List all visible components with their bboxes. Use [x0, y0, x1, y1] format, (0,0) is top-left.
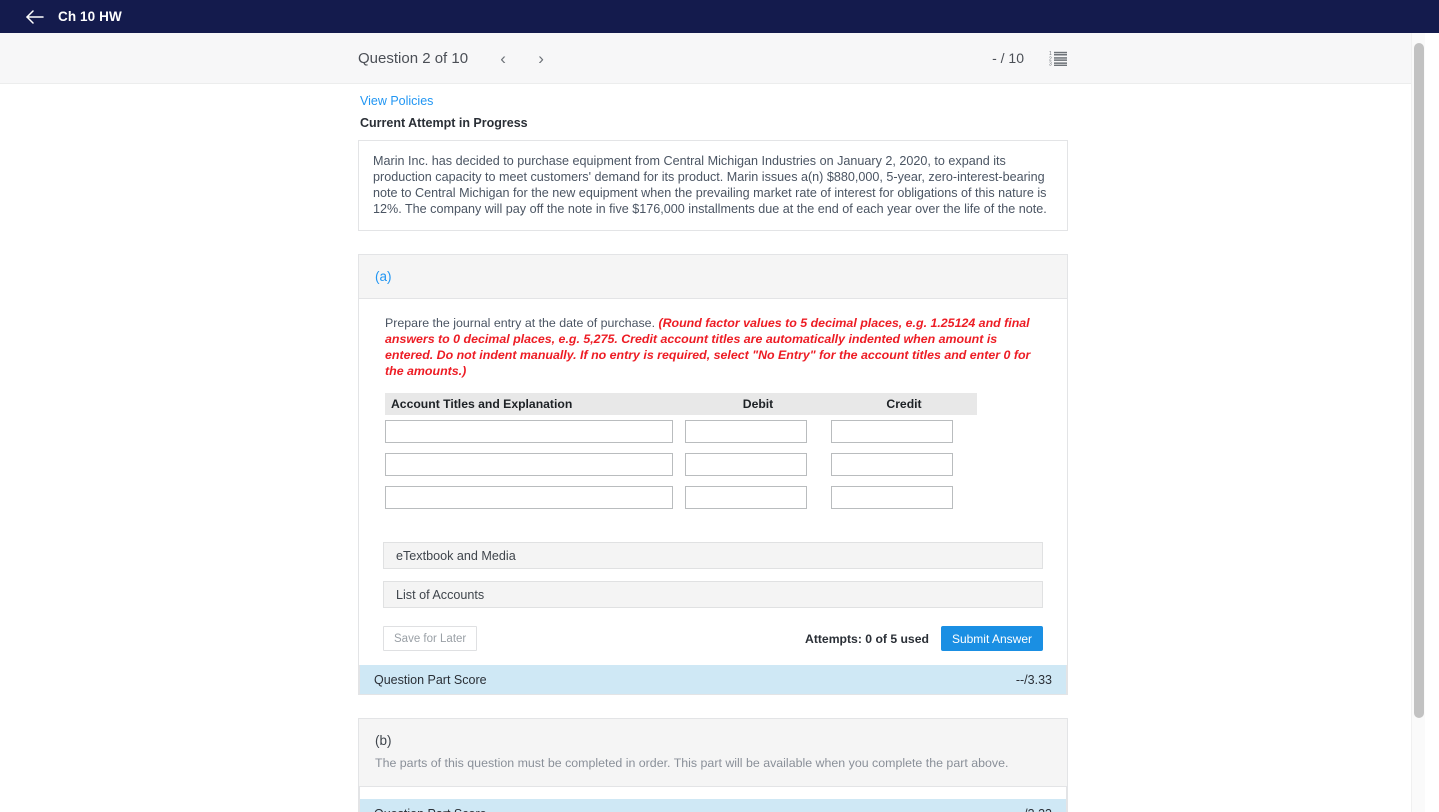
question-navigation: ‹ › [492, 47, 552, 69]
part-score-label: Question Part Score [374, 672, 487, 687]
account-input-row2[interactable] [385, 453, 673, 476]
page-scrollbar[interactable] [1411, 33, 1425, 812]
app-header: Ch 10 HW [0, 0, 1439, 33]
table-header-row: Account Titles and Explanation Debit Cre… [385, 393, 977, 415]
part-score-value: --/3.33 [1015, 672, 1052, 687]
question-counter: Question 2 of 10 [358, 49, 469, 67]
chevron-right-icon[interactable]: › [530, 47, 552, 69]
part-a-actions: Save for Later Attempts: 0 of 5 used Sub… [383, 626, 1043, 651]
column-header-account: Account Titles and Explanation [385, 393, 685, 415]
table-row [385, 448, 977, 481]
question-toolbar: Question 2 of 10 ‹ › - / 10 1 2 3 [0, 33, 1425, 84]
assignment-score: - / 10 [992, 50, 1024, 66]
journal-entry-table: Account Titles and Explanation Debit Cre… [385, 393, 977, 514]
debit-input-row3[interactable] [685, 486, 807, 509]
prompt-text: Prepare the journal entry at the date of… [385, 316, 659, 330]
ordered-list-icon[interactable]: 1 2 3 [1048, 48, 1068, 68]
problem-statement: Marin Inc. has decided to purchase equip… [358, 140, 1068, 231]
table-row [385, 415, 977, 448]
assignment-title: Ch 10 HW [58, 9, 122, 24]
submit-answer-button[interactable]: Submit Answer [940, 626, 1043, 651]
part-b-spacer [359, 787, 1067, 799]
question-page: Question 2 of 10 ‹ › - / 10 1 2 3 View P… [0, 33, 1425, 812]
part-a-prompt: Prepare the journal entry at the date of… [385, 315, 1043, 379]
part-b-header: (b) [359, 719, 1067, 756]
save-for-later-button[interactable]: Save for Later [383, 626, 478, 651]
part-a-score-bar: Question Part Score --/3.33 [359, 665, 1067, 694]
part-score-value: --/3.33 [1016, 807, 1052, 812]
etextbook-and-media-strip[interactable]: eTextbook and Media [383, 542, 1043, 569]
question-content: View Policies Current Attempt in Progres… [358, 84, 1068, 812]
scrollbar-thumb[interactable] [1414, 43, 1424, 718]
debit-input-row2[interactable] [685, 453, 807, 476]
credit-input-row3[interactable] [831, 486, 953, 509]
attempt-status: Current Attempt in Progress [360, 116, 528, 130]
view-policies-link[interactable]: View Policies [360, 94, 433, 108]
account-input-row1[interactable] [385, 420, 673, 443]
part-a-body: Prepare the journal entry at the date of… [359, 299, 1067, 665]
credit-input-row2[interactable] [831, 453, 953, 476]
part-score-label: Question Part Score [374, 807, 487, 812]
table-row [385, 481, 977, 514]
column-header-debit: Debit [685, 393, 831, 415]
chevron-left-icon[interactable]: ‹ [492, 47, 514, 69]
column-header-credit: Credit [831, 393, 977, 415]
attempts-counter: Attempts: 0 of 5 used [805, 631, 929, 646]
debit-input-row1[interactable] [685, 420, 807, 443]
account-input-row3[interactable] [385, 486, 673, 509]
list-of-accounts-strip[interactable]: List of Accounts [383, 581, 1043, 608]
part-b-score-bar: Question Part Score --/3.33 [359, 799, 1067, 812]
question-part-b: (b) The parts of this question must be c… [358, 718, 1068, 812]
svg-text:3: 3 [1049, 61, 1052, 66]
back-arrow-icon[interactable] [24, 6, 46, 28]
question-part-a: (a) Prepare the journal entry at the dat… [358, 254, 1068, 695]
part-a-header[interactable]: (a) [359, 255, 1067, 299]
part-b-locked-message: The parts of this question must be compl… [359, 756, 1067, 787]
credit-input-row1[interactable] [831, 420, 953, 443]
